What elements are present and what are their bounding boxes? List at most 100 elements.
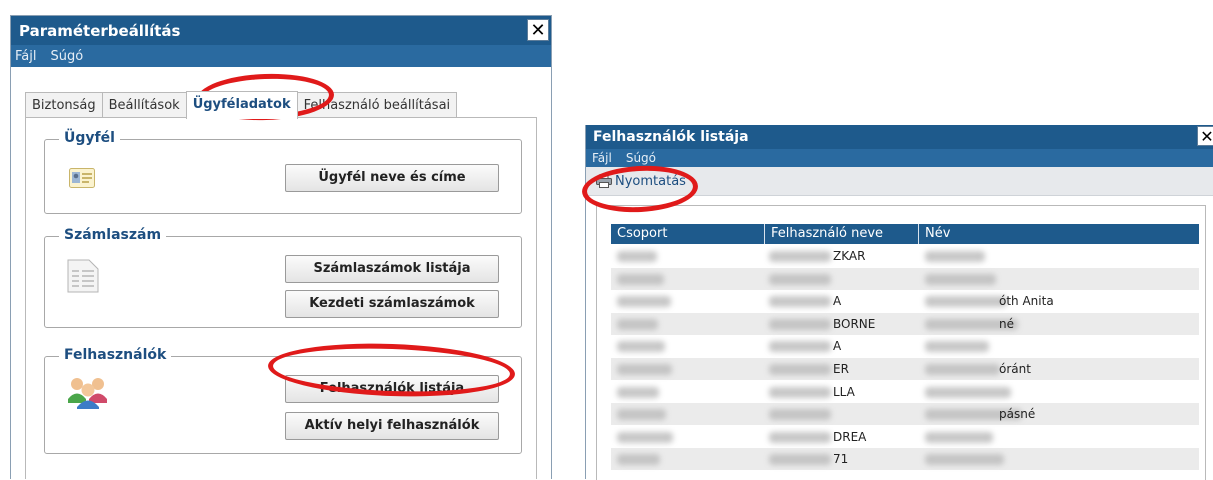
window-title: Felhasználók listája bbox=[593, 129, 749, 145]
username-visible-text: ZKAR bbox=[833, 249, 866, 263]
cell-username bbox=[765, 268, 919, 290]
cell-name: óth Anita bbox=[919, 290, 1199, 312]
initial-account-numbers-button[interactable]: Kezdeti számlaszámok bbox=[285, 290, 499, 318]
menu-file[interactable]: Fájl bbox=[592, 151, 612, 165]
table-row[interactable]: DREA bbox=[611, 426, 1199, 448]
id-card-icon bbox=[69, 168, 95, 192]
close-button[interactable]: ✕ bbox=[1197, 126, 1213, 146]
table-row[interactable]: LLA bbox=[611, 381, 1199, 403]
redacted-value bbox=[769, 341, 831, 353]
cell-name: óránt bbox=[919, 358, 1199, 380]
redacted-value bbox=[617, 454, 660, 466]
cell-username: ER bbox=[765, 358, 919, 380]
tab-settings[interactable]: Beállítások bbox=[101, 92, 187, 118]
column-header-group[interactable]: Csoport bbox=[611, 224, 765, 244]
menu-file[interactable]: Fájl bbox=[15, 49, 36, 64]
title-bar: Felhasználók listája ✕ bbox=[586, 125, 1213, 149]
menu-bar: Fájl Súgó bbox=[586, 149, 1213, 167]
cell-group bbox=[611, 290, 765, 312]
document-list-icon bbox=[67, 259, 99, 297]
client-group: Ügyfél Ügyfél neve és címe bbox=[44, 130, 522, 214]
name-visible-text: óth Anita bbox=[999, 294, 1054, 309]
active-local-users-button[interactable]: Aktív helyi felhasználók bbox=[285, 412, 499, 440]
redacted-value bbox=[769, 273, 831, 285]
redacted-value bbox=[617, 251, 657, 262]
cell-name bbox=[919, 448, 1199, 470]
table-row[interactable] bbox=[611, 267, 1199, 290]
redacted-value bbox=[925, 273, 996, 285]
window-title: Paraméterbeállítás bbox=[19, 21, 181, 40]
account-number-list-button[interactable]: Számlaszámok listája bbox=[285, 255, 499, 283]
username-visible-text: A bbox=[833, 339, 842, 354]
redacted-value bbox=[925, 341, 989, 353]
cell-name bbox=[919, 381, 1199, 403]
cell-group bbox=[611, 245, 765, 267]
menu-help[interactable]: Súgó bbox=[50, 49, 83, 64]
table-row[interactable]: BORNE né bbox=[611, 312, 1199, 335]
menu-help[interactable]: Súgó bbox=[626, 151, 656, 165]
users-group-legend: Felhasználók bbox=[59, 347, 172, 363]
tab-panel: Ügyfél Ügyfél neve és címe Számlaszám Sz… bbox=[25, 117, 537, 479]
cell-username: LLA bbox=[765, 381, 919, 403]
redacted-value bbox=[617, 341, 665, 353]
redacted-value bbox=[769, 409, 831, 421]
redacted-value bbox=[769, 431, 831, 443]
redacted-value bbox=[925, 364, 1000, 375]
cell-group bbox=[611, 381, 765, 403]
cell-group bbox=[611, 448, 765, 470]
table-row[interactable]: ER óránt bbox=[611, 358, 1199, 380]
username-visible-text: 71 bbox=[833, 452, 849, 467]
redacted-value bbox=[925, 296, 1007, 308]
table-row[interactable]: Aóth Anita bbox=[611, 290, 1199, 312]
redacted-value bbox=[617, 364, 672, 375]
column-header-username[interactable]: Felhasználó neve bbox=[765, 224, 919, 244]
redacted-value bbox=[617, 273, 664, 285]
cell-username: ZKAR bbox=[765, 245, 919, 267]
cell-group bbox=[611, 268, 765, 290]
redacted-value bbox=[925, 431, 993, 443]
column-header-name[interactable]: Név bbox=[919, 224, 1199, 244]
users-icon bbox=[67, 375, 109, 413]
redacted-value bbox=[617, 296, 671, 308]
redacted-value bbox=[769, 364, 831, 375]
cell-name: né bbox=[919, 313, 1199, 335]
cell-group bbox=[611, 358, 765, 380]
redacted-value bbox=[769, 251, 831, 262]
cell-name bbox=[919, 335, 1199, 357]
name-visible-text: pásné bbox=[999, 407, 1036, 422]
table-row[interactable]: pásné bbox=[611, 403, 1199, 426]
redacted-value bbox=[925, 386, 1011, 398]
table-row[interactable]: ZKAR bbox=[611, 245, 1199, 267]
cell-username: BORNE bbox=[765, 313, 919, 335]
account-number-group: Számlaszám Számlaszámok listája Kezdeti … bbox=[44, 227, 522, 328]
table-row[interactable]: 71 bbox=[611, 448, 1199, 471]
redacted-value bbox=[617, 386, 659, 398]
username-visible-text: LLA bbox=[833, 384, 855, 399]
tab-security[interactable]: Biztonság bbox=[25, 92, 103, 118]
cell-group bbox=[611, 313, 765, 335]
redacted-value bbox=[769, 296, 831, 308]
redacted-value bbox=[769, 318, 831, 330]
table-row[interactable]: A bbox=[611, 335, 1199, 357]
redacted-value bbox=[617, 431, 673, 443]
username-visible-text: DREA bbox=[833, 429, 867, 444]
table-header: Csoport Felhasználó neve Név bbox=[611, 224, 1199, 244]
cell-username: DREA bbox=[765, 426, 919, 448]
close-button[interactable]: ✕ bbox=[527, 19, 549, 41]
client-name-address-button[interactable]: Ügyfél neve és címe bbox=[285, 164, 499, 192]
tab-strip: Biztonság Beállítások Ügyféladatok Felha… bbox=[25, 91, 458, 119]
username-visible-text: A bbox=[833, 294, 842, 309]
name-visible-text: óránt bbox=[999, 362, 1031, 376]
cell-name bbox=[919, 268, 1199, 290]
account-number-group-legend: Számlaszám bbox=[59, 227, 167, 243]
cell-group bbox=[611, 426, 765, 448]
redacted-value bbox=[925, 454, 1004, 466]
cell-username bbox=[765, 403, 919, 425]
redacted-value bbox=[769, 386, 831, 398]
client-group-legend: Ügyfél bbox=[59, 130, 120, 146]
redacted-value bbox=[769, 454, 831, 466]
cell-name bbox=[919, 426, 1199, 448]
tab-client-data[interactable]: Ügyféladatok bbox=[185, 91, 298, 119]
cell-name: pásné bbox=[919, 403, 1199, 425]
title-bar: Paraméterbeállítás ✕ bbox=[11, 16, 551, 45]
